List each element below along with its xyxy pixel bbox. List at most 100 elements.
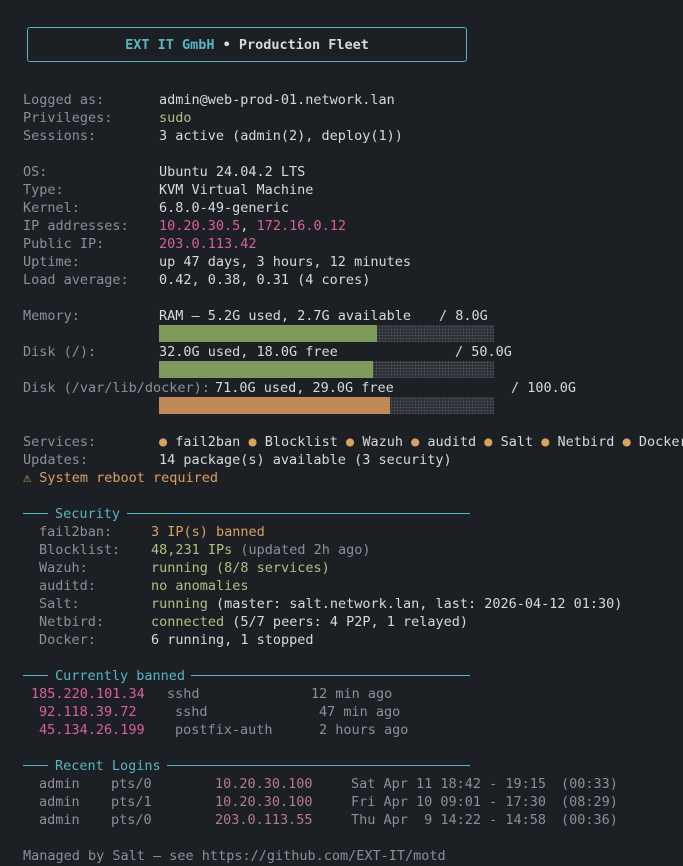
status-dot-icon: ●	[159, 434, 168, 450]
org-name: EXT IT GmbH	[125, 36, 215, 53]
banned-service: postfix-auth	[175, 722, 273, 738]
service-netbird: Netbird	[557, 434, 615, 450]
disk-root-label: Disk (/):	[23, 344, 97, 360]
load-label: Load average:	[23, 272, 129, 288]
status-dot-icon: ●	[484, 434, 493, 450]
sessions-value: 3 active (admin(2), deploy(1))	[159, 128, 403, 144]
login-user: admin	[39, 794, 80, 810]
banned-ip: 185.220.101.34	[31, 686, 145, 702]
banned-service: sshd	[175, 704, 208, 720]
status-dot-icon: ●	[622, 434, 631, 450]
fail2ban-value: 3 IP(s) banned	[151, 524, 265, 540]
disk-docker-label: Disk (/var/lib/docker):	[23, 380, 210, 396]
ip-separator: ,	[240, 218, 249, 234]
salt-label: Salt:	[39, 596, 80, 612]
logged-as-value: admin@web-prod-01.network.lan	[159, 92, 395, 108]
login-tty: pts/1	[111, 794, 152, 810]
blocklist-value: 48,231 IPs	[151, 542, 233, 558]
netbird-status-line: connected (5/7 peers: 4 P2P, 1 relayed)	[151, 613, 468, 631]
uptime-value: up 47 days, 3 hours, 12 minutes	[159, 254, 411, 270]
banned-ip: 45.134.26.199	[39, 722, 145, 738]
login-user: admin	[39, 812, 80, 828]
privileges-value: sudo	[159, 110, 192, 126]
login-duration: (00:36)	[561, 812, 618, 828]
ip-secondary: 172.16.0.12	[256, 218, 346, 234]
netbird-status: connected	[151, 614, 225, 630]
login-ip: 203.0.113.55	[215, 812, 313, 828]
blocklist-label: Blocklist:	[39, 542, 121, 558]
ip-label: IP addresses:	[23, 218, 129, 234]
netbird-label: Netbird:	[39, 614, 105, 630]
login-time: Sat Apr 11 18:42 - 19:15	[351, 776, 547, 792]
service-auditd: auditd	[427, 434, 477, 450]
disk-root-bar-fill	[159, 361, 374, 378]
auditd-value: no anomalies	[151, 578, 249, 594]
kernel-label: Kernel:	[23, 200, 80, 216]
memory-text: RAM — 5.2G used, 2.7G available	[159, 308, 411, 324]
public-ip-value: 203.0.113.42	[159, 236, 257, 252]
status-dot-icon: ●	[248, 434, 257, 450]
disk-root-bar	[159, 361, 494, 378]
salt-detail: (master: salt.network.lan, last: 2026-04…	[216, 596, 623, 612]
service-blocklist: Blocklist	[264, 434, 338, 450]
security-rule-left	[23, 513, 48, 514]
privileges-label: Privileges:	[23, 110, 113, 126]
banned-ip: 92.118.39.72	[39, 704, 137, 720]
services-label: Services:	[23, 434, 97, 450]
status-dot-icon: ●	[541, 434, 550, 450]
disk-docker-total: / 100.0G	[511, 380, 577, 396]
banned-title: Currently banned	[55, 668, 186, 684]
uptime-label: Uptime:	[23, 254, 80, 270]
disk-docker-bar-fill	[159, 397, 391, 414]
os-label: OS:	[23, 164, 48, 180]
disk-root-total: / 50.0G	[455, 344, 512, 360]
logins-rule-right	[167, 765, 470, 766]
docker-label: Docker:	[39, 632, 96, 648]
blocklist-note: (updated 2h ago)	[240, 542, 371, 558]
blocklist-status: 48,231 IPs (updated 2h ago)	[151, 541, 370, 559]
banned-service: sshd	[167, 686, 200, 702]
memory-bar-fill	[159, 325, 377, 342]
login-ip: 10.20.30.100	[215, 794, 313, 810]
salt-status: running	[151, 596, 208, 612]
disk-root-text: 32.0G used, 18.0G free	[159, 344, 338, 360]
docker-value: 6 running, 1 stopped	[151, 632, 314, 648]
load-value: 0.42, 0.38, 0.31 (4 cores)	[159, 272, 371, 288]
fail2ban-label: fail2ban:	[39, 524, 113, 540]
disk-docker-text: 71.0G used, 29.0G free	[215, 380, 394, 396]
auditd-label: auditd:	[39, 578, 96, 594]
logged-as-label: Logged as:	[23, 92, 105, 108]
memory-total: / 8.0G	[439, 308, 488, 324]
security-title: Security	[55, 506, 121, 522]
banned-time: 12 min ago	[311, 686, 393, 702]
logins-rule-left	[23, 765, 48, 766]
login-time: Thu Apr 9 14:22 - 14:58	[351, 812, 547, 828]
login-tty: pts/0	[111, 812, 152, 828]
services-list: ● fail2ban ● Blocklist ● Wazuh ● auditd …	[159, 433, 683, 451]
service-docker: Docker	[638, 434, 683, 450]
status-dot-icon: ●	[411, 434, 420, 450]
service-fail2ban: fail2ban	[175, 434, 241, 450]
wazuh-label: Wazuh:	[39, 560, 88, 576]
updates-value: 14 package(s) available (3 security)	[159, 452, 452, 468]
memory-bar	[159, 325, 494, 342]
footer-text: Managed by Salt — see https://github.com…	[23, 848, 446, 864]
service-salt: Salt	[500, 434, 534, 450]
header-title: Production Fleet	[238, 36, 369, 53]
banned-rule-left	[23, 675, 48, 676]
banned-rule-right	[191, 675, 470, 676]
security-rule-right	[127, 513, 470, 514]
banned-time: 2 hours ago	[319, 722, 409, 738]
login-user: admin	[39, 776, 80, 792]
login-tty: pts/0	[111, 776, 152, 792]
login-ip: 10.20.30.100	[215, 776, 313, 792]
disk-docker-bar	[159, 397, 494, 414]
banned-time: 47 min ago	[319, 704, 401, 720]
sessions-label: Sessions:	[23, 128, 97, 144]
kernel-value: 6.8.0-49-generic	[159, 200, 290, 216]
logins-title: Recent Logins	[55, 758, 161, 774]
service-wazuh: Wazuh	[362, 434, 403, 450]
salt-status-line: running (master: salt.network.lan, last:…	[151, 595, 622, 613]
login-duration: (00:33)	[561, 776, 618, 792]
public-ip-label: Public IP:	[23, 236, 105, 252]
